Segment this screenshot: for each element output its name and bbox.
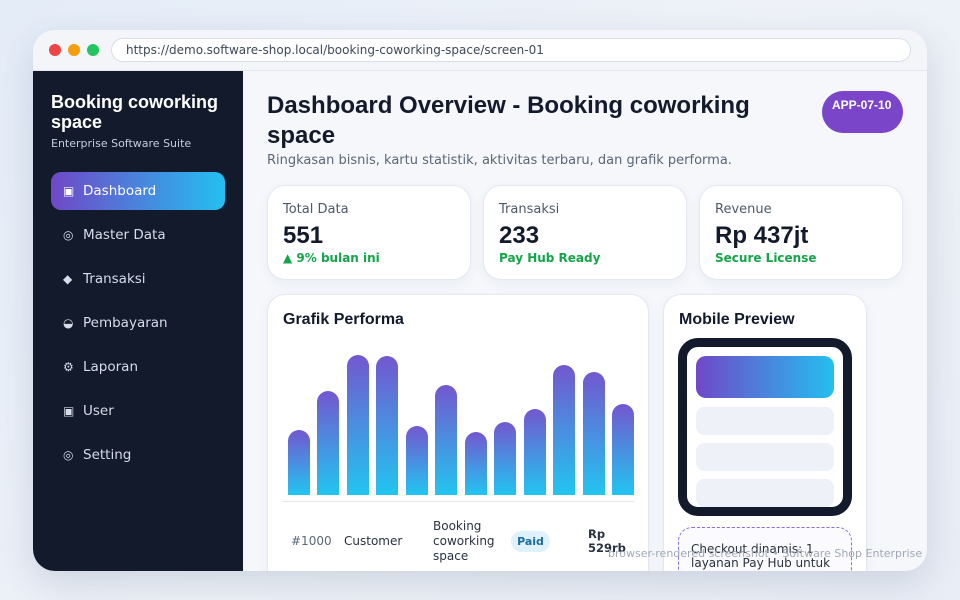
sidebar-item-master-data[interactable]: ◎ Master Data bbox=[51, 216, 225, 254]
phone-list-row bbox=[696, 407, 834, 435]
phone-hero-banner bbox=[696, 356, 834, 398]
chart-bar bbox=[376, 356, 399, 495]
main-content: Dashboard Overview - Booking coworking s… bbox=[243, 71, 927, 571]
diamond-icon: ◆ bbox=[63, 272, 73, 286]
minimize-window-button[interactable] bbox=[68, 44, 80, 56]
target-icon: ◎ bbox=[63, 448, 74, 462]
sidebar: Booking coworking space Enterprise Softw… bbox=[33, 71, 243, 571]
footer-caption: browser-rendered screenshot • Software S… bbox=[608, 547, 923, 560]
divider bbox=[282, 501, 634, 502]
sidebar-item-label: Master Data bbox=[83, 227, 166, 243]
chart-bar bbox=[405, 426, 428, 495]
stat-label: Total Data bbox=[283, 202, 349, 217]
target-icon: ◎ bbox=[63, 228, 74, 242]
square-icon: ▣ bbox=[63, 184, 75, 198]
sidebar-item-label: Transaksi bbox=[83, 271, 146, 287]
sidebar-item-transaksi[interactable]: ◆ Transaksi bbox=[51, 260, 225, 298]
chart-bar bbox=[612, 404, 634, 495]
half-circle-icon: ◒ bbox=[63, 316, 74, 330]
address-bar[interactable]: https://demo.software-shop.local/booking… bbox=[111, 38, 911, 62]
stat-note: Pay Hub Ready bbox=[499, 251, 601, 265]
page-title: Dashboard Overview - Booking coworking s… bbox=[267, 92, 750, 149]
sidebar-item-pembayaran[interactable]: ◒ Pembayaran bbox=[51, 304, 225, 342]
browser-titlebar: https://demo.software-shop.local/booking… bbox=[33, 30, 927, 71]
stat-card-total-data: Total Data 551 ▲ 9% bulan ini bbox=[267, 185, 471, 280]
sidebar-item-label: Setting bbox=[83, 447, 132, 463]
stat-card-revenue: Revenue Rp 437jt Secure License bbox=[699, 185, 903, 280]
phone-list-row bbox=[696, 443, 834, 471]
stat-value: 551 bbox=[283, 222, 324, 249]
stat-label: Transaksi bbox=[499, 202, 560, 217]
stat-note: Secure License bbox=[715, 251, 817, 265]
stat-value: 233 bbox=[499, 222, 540, 249]
sidebar-item-label: Dashboard bbox=[83, 183, 157, 199]
chart-bar bbox=[435, 385, 458, 495]
chart-bar bbox=[346, 355, 369, 495]
mobile-preview-panel: Mobile Preview Checkout dinamis: 1 layan… bbox=[663, 294, 867, 571]
sidebar-item-user[interactable]: ▣ User bbox=[51, 392, 225, 430]
square-icon: ▣ bbox=[63, 404, 75, 418]
chart-title: Grafik Performa bbox=[283, 311, 404, 328]
brand-subtitle: Enterprise Software Suite bbox=[51, 137, 192, 150]
phone-mockup bbox=[678, 338, 852, 516]
chart-bar bbox=[523, 409, 546, 495]
sidebar-item-dashboard[interactable]: ▣ Dashboard bbox=[51, 172, 225, 210]
app-id-badge: APP-07-10 bbox=[822, 91, 903, 133]
status-badge: Paid bbox=[511, 531, 550, 552]
row-service: Booking coworking space bbox=[433, 519, 495, 563]
sidebar-item-label: Pembayaran bbox=[83, 315, 168, 331]
close-window-button[interactable] bbox=[49, 44, 61, 56]
chart-bar bbox=[553, 365, 576, 495]
browser-window: https://demo.software-shop.local/booking… bbox=[33, 30, 927, 571]
sidebar-item-label: Laporan bbox=[83, 359, 139, 375]
stat-label: Revenue bbox=[715, 202, 772, 217]
bar-chart bbox=[282, 345, 634, 495]
row-customer: Customer bbox=[344, 534, 403, 548]
stat-value: Rp 437jt bbox=[715, 222, 809, 249]
stat-card-transaksi: Transaksi 233 Pay Hub Ready bbox=[483, 185, 687, 280]
chart-bar bbox=[464, 432, 487, 495]
chart-bar bbox=[494, 422, 517, 495]
chart-bar bbox=[582, 372, 605, 495]
sidebar-item-laporan[interactable]: ⚙ Laporan bbox=[51, 348, 225, 386]
phone-list-row bbox=[696, 479, 834, 507]
gear-icon: ⚙ bbox=[63, 360, 74, 374]
sidebar-item-label: User bbox=[83, 403, 114, 419]
chart-bar bbox=[288, 430, 310, 495]
brand-title: Booking coworking space bbox=[51, 92, 219, 132]
maximize-window-button[interactable] bbox=[87, 44, 99, 56]
chart-bar bbox=[317, 391, 340, 495]
row-id: #1000 bbox=[291, 534, 332, 548]
performance-chart-panel: Grafik Performa #1000 Customer Booking c… bbox=[267, 294, 649, 571]
mobile-preview-title: Mobile Preview bbox=[679, 311, 795, 328]
page-subtitle: Ringkasan bisnis, kartu statistik, aktiv… bbox=[267, 153, 732, 168]
stat-trend: ▲ 9% bulan ini bbox=[283, 251, 380, 265]
sidebar-item-setting[interactable]: ◎ Setting bbox=[51, 436, 225, 474]
